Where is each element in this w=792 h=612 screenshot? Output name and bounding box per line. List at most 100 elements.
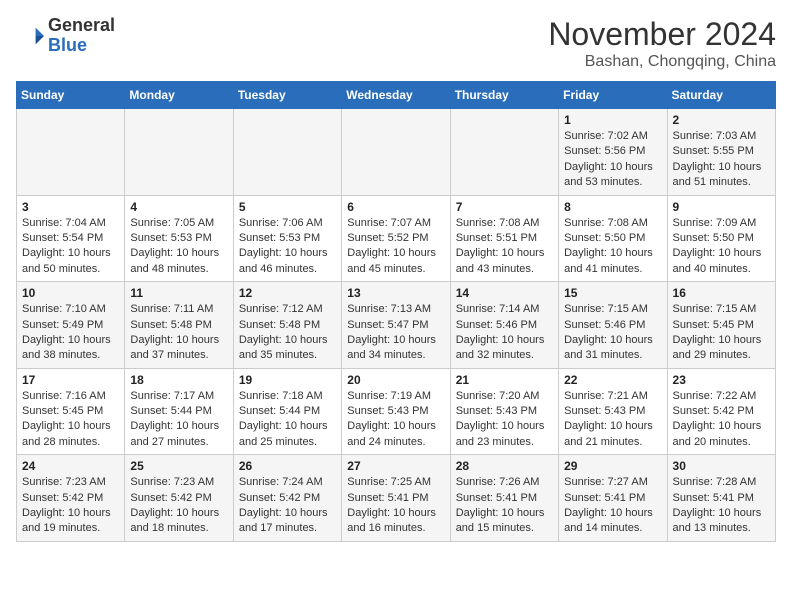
calendar-week-2: 3Sunrise: 7:04 AM Sunset: 5:54 PM Daylig… <box>17 195 776 282</box>
column-header-thursday: Thursday <box>450 82 558 109</box>
day-info: Sunrise: 7:12 AM Sunset: 5:48 PM Dayligh… <box>239 302 336 364</box>
calendar-cell: 23 Sunrise: 7:22 AM Sunset: 5:42 PM Dayli… <box>667 368 775 455</box>
calendar-cell: 12 Sunrise: 7:12 AM Sunset: 5:48 PM Dayli… <box>233 282 341 369</box>
day-info: Sunrise: 7:08 AM Sunset: 5:50 PM Dayligh… <box>564 216 661 278</box>
calendar-table: SundayMondayTuesdayWednesdayThursdayFrid… <box>16 81 776 542</box>
calendar-cell <box>17 109 125 196</box>
day-number: 1 <box>564 113 661 127</box>
calendar-cell: 11 Sunrise: 7:11 AM Sunset: 5:48 PM Dayli… <box>125 282 233 369</box>
calendar-cell <box>125 109 233 196</box>
column-header-friday: Friday <box>559 82 667 109</box>
column-header-sunday: Sunday <box>17 82 125 109</box>
day-number: 16 <box>673 286 770 300</box>
calendar-cell: 20Sunrise: 7:19 AM Sunset: 5:43 PM Dayli… <box>342 368 450 455</box>
calendar-week-3: 10 Sunrise: 7:10 AM Sunset: 5:49 PM Dayli… <box>17 282 776 369</box>
logo-icon <box>16 22 44 50</box>
calendar-cell: 22 Sunrise: 7:21 AM Sunset: 5:43 PM Dayli… <box>559 368 667 455</box>
day-info: Sunrise: 7:19 AM Sunset: 5:43 PM Dayligh… <box>347 389 444 451</box>
month-title: November 2024 <box>548 16 776 53</box>
day-number: 18 <box>130 373 227 387</box>
day-number: 13 <box>347 286 444 300</box>
day-number: 19 <box>239 373 336 387</box>
calendar-cell: 4 Sunrise: 7:05 AM Sunset: 5:53 PM Daylig… <box>125 195 233 282</box>
day-number: 4 <box>130 200 227 214</box>
calendar-cell: 21 Sunrise: 7:20 AM Sunset: 5:43 PM Dayli… <box>450 368 558 455</box>
day-info: Sunrise: 7:28 AM Sunset: 5:41 PM Dayligh… <box>673 475 770 537</box>
title-block: November 2024 Bashan, Chongqing, China <box>548 16 776 71</box>
day-number: 15 <box>564 286 661 300</box>
day-number: 28 <box>456 459 553 473</box>
day-info: Sunrise: 7:03 AM Sunset: 5:55 PM Dayligh… <box>673 129 770 191</box>
day-number: 17 <box>22 373 119 387</box>
day-info: Sunrise: 7:23 AM Sunset: 5:42 PM Dayligh… <box>130 475 227 537</box>
day-info: Sunrise: 7:26 AM Sunset: 5:41 PM Dayligh… <box>456 475 553 537</box>
calendar-cell: 13Sunrise: 7:13 AM Sunset: 5:47 PM Dayli… <box>342 282 450 369</box>
calendar-cell: 28 Sunrise: 7:26 AM Sunset: 5:41 PM Dayli… <box>450 455 558 542</box>
day-info: Sunrise: 7:17 AM Sunset: 5:44 PM Dayligh… <box>130 389 227 451</box>
day-number: 30 <box>673 459 770 473</box>
calendar-cell: 2 Sunrise: 7:03 AM Sunset: 5:55 PM Daylig… <box>667 109 775 196</box>
day-number: 3 <box>22 200 119 214</box>
column-header-monday: Monday <box>125 82 233 109</box>
calendar-cell <box>342 109 450 196</box>
day-number: 24 <box>22 459 119 473</box>
calendar-cell: 14 Sunrise: 7:14 AM Sunset: 5:46 PM Dayli… <box>450 282 558 369</box>
calendar-cell <box>233 109 341 196</box>
day-info: Sunrise: 7:20 AM Sunset: 5:43 PM Dayligh… <box>456 389 553 451</box>
page-header: General Blue November 2024 Bashan, Chong… <box>16 16 776 71</box>
day-number: 21 <box>456 373 553 387</box>
day-info: Sunrise: 7:14 AM Sunset: 5:46 PM Dayligh… <box>456 302 553 364</box>
day-info: Sunrise: 7:27 AM Sunset: 5:41 PM Dayligh… <box>564 475 661 537</box>
day-number: 27 <box>347 459 444 473</box>
calendar-cell: 9 Sunrise: 7:09 AM Sunset: 5:50 PM Daylig… <box>667 195 775 282</box>
day-info: Sunrise: 7:09 AM Sunset: 5:50 PM Dayligh… <box>673 216 770 278</box>
day-number: 23 <box>673 373 770 387</box>
day-number: 12 <box>239 286 336 300</box>
calendar-cell: 15 Sunrise: 7:15 AM Sunset: 5:46 PM Dayli… <box>559 282 667 369</box>
day-number: 9 <box>673 200 770 214</box>
calendar-cell: 26 Sunrise: 7:24 AM Sunset: 5:42 PM Dayli… <box>233 455 341 542</box>
calendar-cell: 19 Sunrise: 7:18 AM Sunset: 5:44 PM Dayli… <box>233 368 341 455</box>
calendar-cell <box>450 109 558 196</box>
calendar-week-4: 17 Sunrise: 7:16 AM Sunset: 5:45 PM Dayli… <box>17 368 776 455</box>
day-info: Sunrise: 7:22 AM Sunset: 5:42 PM Dayligh… <box>673 389 770 451</box>
logo: General Blue <box>16 16 115 56</box>
location-subtitle: Bashan, Chongqing, China <box>548 53 776 71</box>
day-number: 26 <box>239 459 336 473</box>
day-number: 22 <box>564 373 661 387</box>
calendar-cell: 24 Sunrise: 7:23 AM Sunset: 5:42 PM Dayli… <box>17 455 125 542</box>
calendar-cell: 17 Sunrise: 7:16 AM Sunset: 5:45 PM Dayli… <box>17 368 125 455</box>
day-info: Sunrise: 7:08 AM Sunset: 5:51 PM Dayligh… <box>456 216 553 278</box>
day-number: 8 <box>564 200 661 214</box>
column-header-saturday: Saturday <box>667 82 775 109</box>
day-info: Sunrise: 7:23 AM Sunset: 5:42 PM Dayligh… <box>22 475 119 537</box>
day-info: Sunrise: 7:11 AM Sunset: 5:48 PM Dayligh… <box>130 302 227 364</box>
calendar-week-5: 24 Sunrise: 7:23 AM Sunset: 5:42 PM Dayli… <box>17 455 776 542</box>
day-info: Sunrise: 7:21 AM Sunset: 5:43 PM Dayligh… <box>564 389 661 451</box>
calendar-cell: 3Sunrise: 7:04 AM Sunset: 5:54 PM Daylig… <box>17 195 125 282</box>
day-info: Sunrise: 7:15 AM Sunset: 5:46 PM Dayligh… <box>564 302 661 364</box>
day-number: 10 <box>22 286 119 300</box>
day-info: Sunrise: 7:10 AM Sunset: 5:49 PM Dayligh… <box>22 302 119 364</box>
calendar-week-1: 1 Sunrise: 7:02 AM Sunset: 5:56 PM Daylig… <box>17 109 776 196</box>
calendar-cell: 6Sunrise: 7:07 AM Sunset: 5:52 PM Daylig… <box>342 195 450 282</box>
calendar-cell: 10 Sunrise: 7:10 AM Sunset: 5:49 PM Dayli… <box>17 282 125 369</box>
calendar-cell: 27Sunrise: 7:25 AM Sunset: 5:41 PM Dayli… <box>342 455 450 542</box>
day-number: 7 <box>456 200 553 214</box>
day-info: Sunrise: 7:05 AM Sunset: 5:53 PM Dayligh… <box>130 216 227 278</box>
calendar-cell: 25 Sunrise: 7:23 AM Sunset: 5:42 PM Dayli… <box>125 455 233 542</box>
day-info: Sunrise: 7:24 AM Sunset: 5:42 PM Dayligh… <box>239 475 336 537</box>
day-info: Sunrise: 7:02 AM Sunset: 5:56 PM Dayligh… <box>564 129 661 191</box>
day-number: 29 <box>564 459 661 473</box>
day-number: 2 <box>673 113 770 127</box>
day-info: Sunrise: 7:16 AM Sunset: 5:45 PM Dayligh… <box>22 389 119 451</box>
day-number: 25 <box>130 459 227 473</box>
day-info: Sunrise: 7:15 AM Sunset: 5:45 PM Dayligh… <box>673 302 770 364</box>
day-number: 5 <box>239 200 336 214</box>
calendar-cell: 5Sunrise: 7:06 AM Sunset: 5:53 PM Daylig… <box>233 195 341 282</box>
calendar-cell: 8 Sunrise: 7:08 AM Sunset: 5:50 PM Daylig… <box>559 195 667 282</box>
day-number: 11 <box>130 286 227 300</box>
day-info: Sunrise: 7:18 AM Sunset: 5:44 PM Dayligh… <box>239 389 336 451</box>
day-number: 6 <box>347 200 444 214</box>
day-number: 14 <box>456 286 553 300</box>
